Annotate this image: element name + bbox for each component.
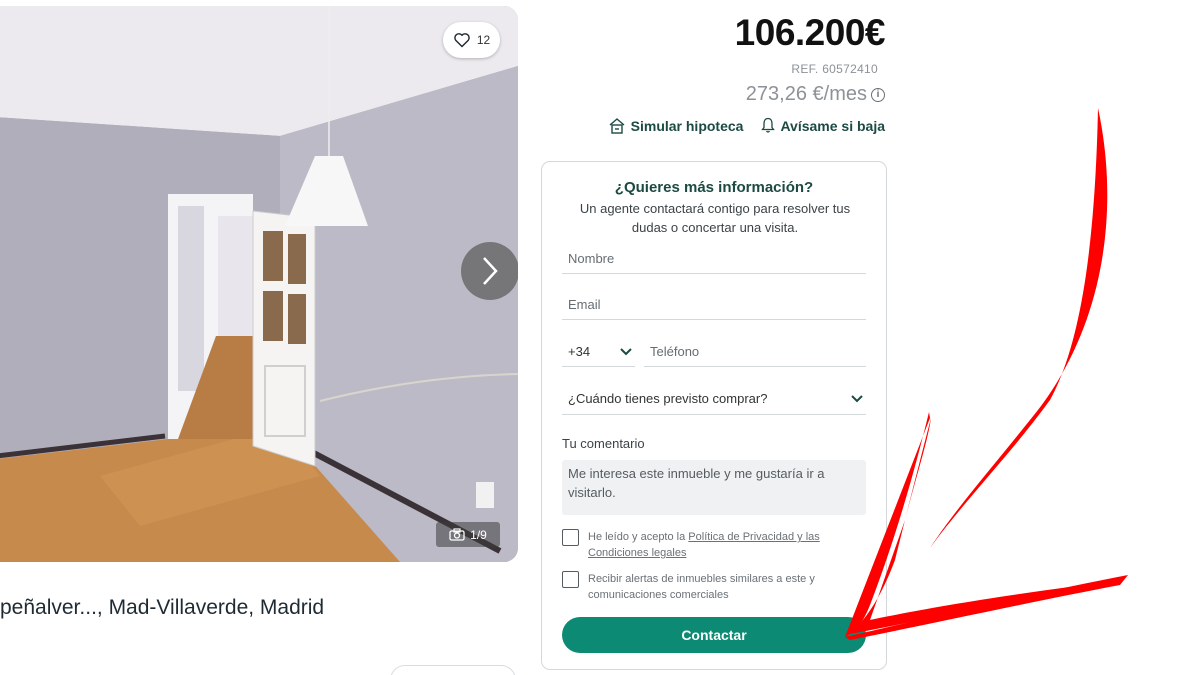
name-field[interactable]: Nombre [562,244,866,274]
phone-prefix-select[interactable]: +34 [562,337,635,367]
phone-prefix-value: +34 [568,344,591,359]
chevron-down-icon [851,395,863,403]
purchase-timeframe-select[interactable]: ¿Cuándo tienes previsto comprar? [562,383,866,415]
chevron-right-icon [483,257,498,285]
price-alert-link[interactable]: Avísame si baja [761,117,885,134]
contact-button[interactable]: Contactar [562,617,866,653]
info-icon[interactable]: i [871,87,885,102]
photo-counter: 1/9 [436,522,500,547]
simulate-mortgage-label: Simular hipoteca [630,117,744,134]
privacy-checkbox[interactable] [562,529,579,546]
simulate-mortgage-link[interactable]: Simular hipoteca [608,117,744,134]
photo-counter-text: 1/9 [470,527,487,542]
calculator-house-icon [609,118,625,134]
price-actions: Simular hipoteca Avísame si baja [608,117,885,134]
monthly-payment-text: 273,26 €/mes [745,83,867,105]
property-reference: REF. 60572410 [791,62,878,76]
chevron-down-icon [620,348,632,356]
price-alert-label: Avísame si baja [780,117,885,134]
form-title: ¿Quieres más información? [614,179,814,196]
property-price: 106.200€ [734,12,886,53]
phone-field[interactable]: Teléfono [644,337,866,367]
favorite-button[interactable]: 12 [443,22,500,58]
alerts-checkbox[interactable] [562,571,579,588]
form-subtitle: Un agente contactará contigo para resolv… [579,201,851,235]
next-photo-button[interactable] [461,242,518,300]
favorites-count: 12 [476,33,491,47]
contact-form: ¿Quieres más información? Un agente cont… [541,161,887,670]
camera-icon [449,528,465,541]
monthly-payment: 273,26 €/mes i [746,83,885,106]
privacy-consent-text: He leído y acepto la Política de Privaci… [588,529,862,561]
comment-label: Tu comentario [562,436,645,451]
email-field[interactable]: Email [562,290,866,320]
privacy-prefix: He leído y acepto la [588,531,689,543]
comment-textarea[interactable]: Me interesa este inmueble y me gustaría … [562,460,866,515]
bell-icon [761,117,776,133]
photo-gallery[interactable]: 12 1/9 [0,6,518,562]
property-photo [0,6,518,562]
partial-button[interactable] [390,665,516,675]
alerts-consent-row: Recibir alertas de inmuebles similares a… [562,571,862,603]
property-address: peñalver..., Mad-Villaverde, Madrid [0,596,325,619]
privacy-consent-row: He leído y acepto la Política de Privaci… [562,529,862,561]
purchase-timeframe-value: ¿Cuándo tienes previsto comprar? [568,391,768,406]
heart-icon [454,33,470,48]
alerts-consent-text: Recibir alertas de inmuebles similares a… [588,573,815,601]
